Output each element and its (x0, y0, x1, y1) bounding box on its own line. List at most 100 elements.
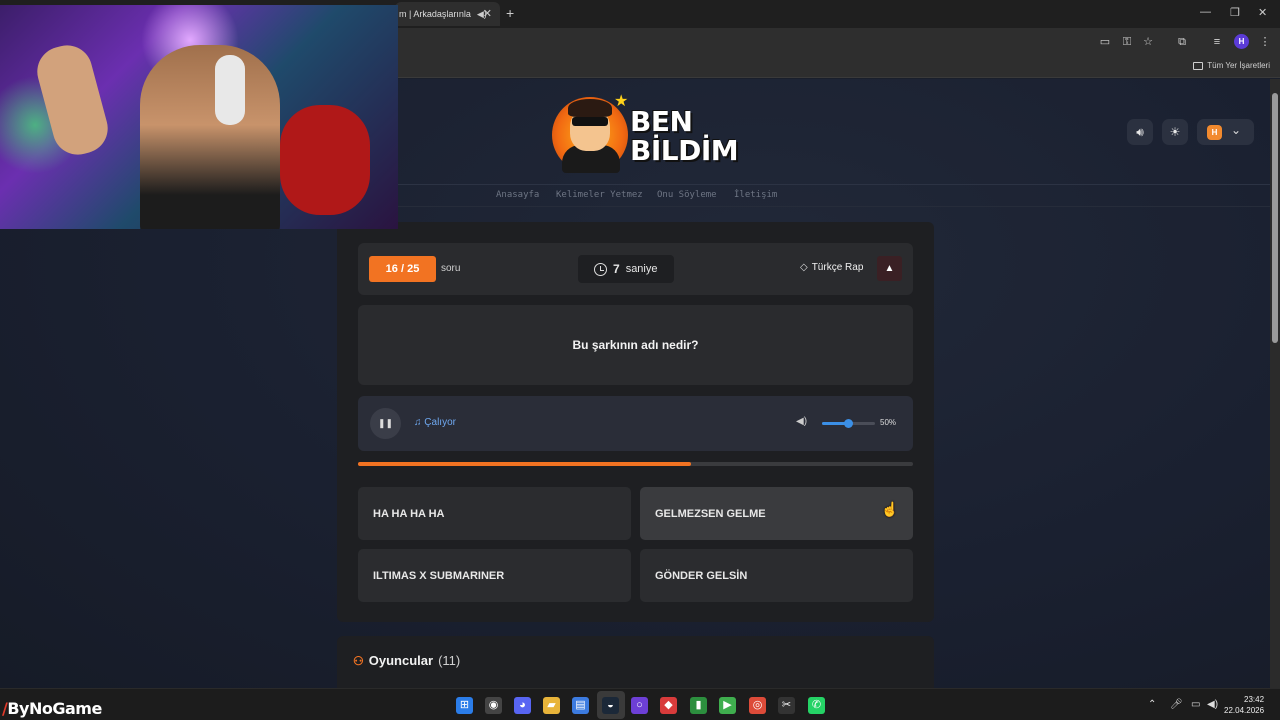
minimize-icon[interactable]: — (1200, 6, 1211, 18)
players-title: Oyuncular (368, 653, 434, 668)
system-clock[interactable]: 23:42 22.04.2026 (1224, 694, 1264, 716)
file-explorer-icon[interactable]: ▰ (543, 697, 560, 714)
close-window-icon[interactable]: ✕ (1258, 6, 1267, 19)
volume-tray-icon[interactable]: ◀) (1207, 699, 1218, 710)
logo-text: BEN BİLDİM (630, 105, 739, 167)
answer-option-3[interactable]: ILTIMAS X SUBMARINER (358, 549, 631, 602)
volume-icon[interactable]: ◀) (796, 416, 807, 427)
answer-option-1[interactable]: HA HA HA HA (358, 487, 631, 540)
volume-slider-knob[interactable] (844, 419, 853, 428)
audio-player: ❚❚ ♫ Çalıyor ◀) 50% (358, 396, 913, 451)
chevron-down-icon: ⌄ (1231, 123, 1242, 137)
sun-icon: ☀ (1169, 125, 1181, 139)
players-heading: ⚇ Oyuncular (11) (353, 653, 460, 668)
time-progress-fill (358, 462, 691, 466)
browser-menu-icon[interactable]: ⋮ (1258, 35, 1272, 49)
timer: 7 saniye (578, 255, 674, 283)
logo-mascot-glasses (572, 117, 608, 126)
stream-app-icon[interactable]: ◉ (485, 697, 502, 714)
tab-close-icon[interactable]: ✕ (483, 7, 492, 20)
webcam-streamer (140, 45, 280, 229)
players-count: (11) (438, 653, 461, 668)
clock-icon (594, 262, 607, 276)
bookmark-star-icon[interactable]: ☆ (1141, 35, 1155, 49)
headset-icon (215, 55, 245, 125)
new-tab-button[interactable]: + (506, 5, 514, 21)
store-icon[interactable]: ▤ (572, 697, 589, 714)
page-scrollbar[interactable] (1270, 79, 1280, 688)
volume-slider[interactable] (822, 419, 875, 428)
logo-mascot-hair (568, 99, 612, 117)
question-counter: 16 / 25 (369, 256, 436, 282)
display-icon[interactable]: ▭ (1191, 699, 1200, 710)
whatsapp-icon[interactable]: ✆ (808, 697, 825, 714)
theme-toggle-button[interactable]: ☀ (1162, 119, 1188, 145)
playing-status: ♫ Çalıyor (414, 417, 456, 428)
nav-home[interactable]: Anasayfa (496, 190, 539, 200)
question-text: Bu şarkının adı nedir? (358, 305, 913, 385)
sound-toggle-button[interactable]: 🔊︎ (1127, 119, 1153, 145)
address-bar[interactable] (398, 30, 1088, 54)
clock-date: 22.04.2026 (1224, 706, 1265, 715)
media-control-icon[interactable]: ≡ (1210, 35, 1224, 49)
report-button[interactable]: ▲ (877, 256, 902, 281)
quiz-card: 16 / 25 soru 7 saniye ◇ Türkçe Rap ▲ Bu … (337, 222, 934, 622)
music-note-icon: ♫ (414, 417, 422, 428)
playing-label: Çalıyor (424, 417, 456, 428)
scrollbar-thumb[interactable] (1272, 93, 1278, 343)
logo-line-1: BEN (630, 105, 693, 138)
user-menu-button[interactable]: H ⌄ (1197, 119, 1254, 145)
bynogame-logo: /ByNoGame (2, 699, 102, 718)
tray-chevron-icon[interactable]: ⌃ (1148, 699, 1156, 710)
discord-icon[interactable]: ◕ (514, 697, 531, 714)
nav-iletisim[interactable]: İletişim (734, 190, 777, 200)
all-bookmarks-label: Tüm Yer İşaretleri (1207, 61, 1270, 70)
tab-title: m | Arkadaşlarınla (399, 9, 471, 19)
nav-kelimeler-yetmez[interactable]: Kelimeler Yetmez (556, 190, 643, 200)
logo-line-2: BİLDİM (630, 134, 739, 167)
nav-onu-soyleme[interactable]: Onu Söyleme (657, 190, 717, 200)
windows-start-icon[interactable]: ⊞ (456, 697, 473, 714)
extensions-icon[interactable]: ⧉ (1175, 35, 1189, 49)
question-counter-label: soru (441, 263, 461, 274)
site-logo[interactable]: ★ BEN BİLDİM (552, 89, 739, 177)
chrome-icon[interactable]: ◎ (749, 697, 766, 714)
game-launcher-icon[interactable]: ◆ (660, 697, 677, 714)
category-tag: ◇ Türkçe Rap (800, 262, 863, 273)
clock-time: 23:42 (1244, 695, 1265, 704)
category-label: Türkçe Rap (811, 262, 864, 273)
windows-taskbar: /ByNoGame ⊞ ◉ ◕ ▰ ▤ ◒ ○ ◆ ▮ ▶ ◎ ✂ ✆ ⌃ 🎤︎… (0, 688, 1280, 720)
volume-percent: 50% (880, 418, 897, 427)
players-card: ⚇ Oyuncular (11) (337, 636, 934, 688)
folder-icon (1193, 61, 1204, 70)
restore-icon[interactable]: ❐ (1230, 6, 1240, 19)
webcam-plush-toy (280, 105, 370, 215)
quiz-status-bar: 16 / 25 soru 7 saniye ◇ Türkçe Rap ▲ (358, 243, 913, 295)
user-avatar: H (1207, 125, 1222, 140)
browser-tab[interactable]: m | Arkadaşlarınla ◀) ✕ (395, 2, 500, 26)
steam-icon[interactable]: ◒ (602, 697, 619, 714)
brand-text: ByNoGame (7, 699, 102, 718)
answer-option-2[interactable]: GELMEZSEN GELME (640, 487, 913, 540)
time-progress-bar (358, 462, 913, 466)
microphone-icon[interactable]: 🎤︎ (1170, 699, 1183, 710)
star-icon: ★ (614, 93, 629, 110)
warning-icon: ▲ (884, 263, 895, 274)
users-icon: ⚇ (353, 653, 364, 668)
play-icon[interactable]: ▶ (719, 697, 736, 714)
cast-icon[interactable]: ▭ (1098, 35, 1112, 49)
tag-icon: ◇ (800, 262, 808, 273)
mouse-cursor-icon: ☝ (881, 501, 899, 517)
webcam-overlay (0, 5, 398, 229)
answer-option-4[interactable]: GÖNDER GELSİN (640, 549, 913, 602)
chart-app-icon[interactable]: ▮ (690, 697, 707, 714)
pause-icon: ❚❚ (377, 418, 394, 428)
pause-button[interactable]: ❚❚ (370, 408, 401, 439)
browser-profile-avatar[interactable]: H (1234, 34, 1249, 49)
speaker-icon: 🔊︎ (1136, 125, 1144, 139)
all-bookmarks-button[interactable]: Tüm Yer İşaretleri (1193, 61, 1270, 70)
obs-icon[interactable]: ○ (631, 697, 648, 714)
timer-value: 7 (613, 262, 620, 276)
password-key-icon[interactable]: ⚿ (1120, 35, 1134, 49)
capcut-icon[interactable]: ✂ (778, 697, 795, 714)
